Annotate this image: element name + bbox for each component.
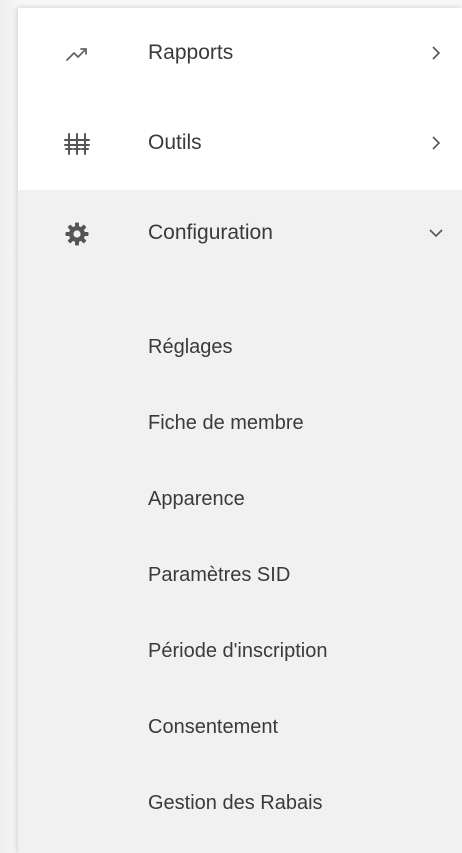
- menu-item-configuration[interactable]: Configuration: [18, 190, 462, 280]
- submenu-item-periode-inscription[interactable]: Période d'inscription: [148, 637, 327, 665]
- left-edge-shadow: [0, 0, 18, 853]
- menu-item-label: Rapports: [148, 41, 234, 64]
- chevron-right-icon: [432, 46, 441, 60]
- submenu-item-parametres-sid[interactable]: Paramètres SID: [148, 561, 290, 589]
- gear-icon: [65, 222, 89, 246]
- trending-up-icon: [66, 48, 87, 61]
- chevron-right-icon: [432, 136, 441, 150]
- chevron-down-icon: [429, 229, 443, 238]
- menu-item-label: Configuration: [148, 221, 273, 244]
- submenu-item-reglages[interactable]: Réglages: [148, 333, 233, 361]
- menu-item-rapports[interactable]: Rapports: [18, 10, 462, 100]
- tools-icon: [64, 133, 90, 155]
- submenu-item-consentement[interactable]: Consentement: [148, 713, 278, 741]
- sidebar-menu: Rapports Outils Configuration Réglages F…: [18, 8, 462, 853]
- configuration-submenu: Réglages Fiche de membre Apparence Param…: [18, 278, 462, 853]
- submenu-item-gestion-des-rabais[interactable]: Gestion des Rabais: [148, 789, 323, 817]
- menu-item-label: Outils: [148, 131, 202, 154]
- submenu-item-apparence[interactable]: Apparence: [148, 485, 245, 513]
- submenu-item-fiche-de-membre[interactable]: Fiche de membre: [148, 409, 304, 437]
- menu-item-outils[interactable]: Outils: [18, 100, 462, 190]
- navigation-screen: Rapports Outils Configuration Réglages F…: [0, 0, 462, 853]
